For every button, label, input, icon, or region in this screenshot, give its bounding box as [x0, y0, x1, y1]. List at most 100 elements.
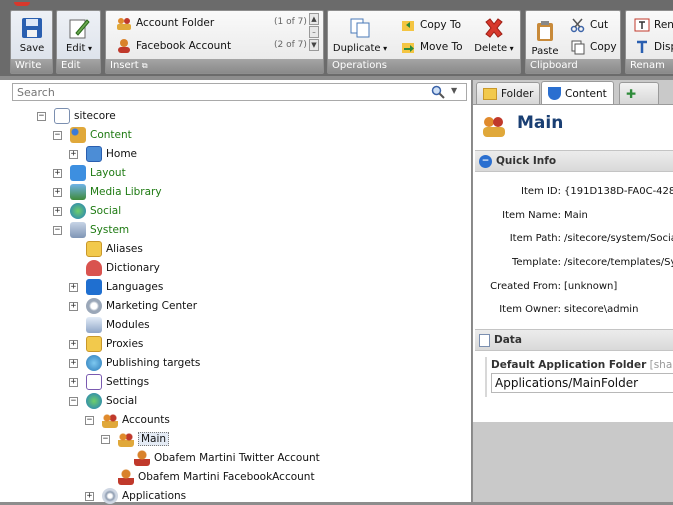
tab-add[interactable]: ✚ [619, 82, 659, 104]
move-to-button[interactable]: Move To [400, 39, 463, 55]
tree-node-content[interactable]: − Content [53, 126, 132, 144]
tree-node-social-top[interactable]: + Social [53, 202, 121, 220]
edit-label: Edit [66, 43, 86, 54]
display-name-button[interactable]: Disp [634, 39, 673, 55]
tree-node-modules[interactable]: Modules [86, 316, 150, 334]
info-value: {191D138D-FA0C-428 [564, 186, 673, 197]
delete-button[interactable]: Delete ▾ [472, 17, 516, 54]
save-label: Save [19, 43, 45, 54]
tree-node-marketing-center[interactable]: + Marketing Center [69, 297, 197, 315]
tree-node-label: Settings [106, 376, 150, 388]
info-row-template: Template: /sitecore/templates/Sy [473, 257, 673, 273]
expand-icon[interactable]: + [69, 358, 78, 368]
rename-button[interactable]: Ren [634, 17, 673, 33]
tree-node-aliases[interactable]: Aliases [86, 240, 143, 258]
expand-icon[interactable]: ⧉ [142, 61, 148, 70]
operations-group: Duplicate ▾ Copy To Move To Delete ▾ Ope… [327, 10, 521, 74]
paste-icon [534, 20, 556, 42]
insert-facebook-account[interactable]: Facebook Account [116, 38, 231, 54]
tree-node-layout[interactable]: + Layout [53, 164, 126, 182]
expand-icon[interactable]: + [69, 301, 78, 311]
delete-label: Delete [474, 43, 508, 54]
dictionary-icon [86, 260, 102, 276]
cut-button[interactable]: Cut [570, 17, 608, 33]
tree-node-main[interactable]: − Main [101, 430, 170, 448]
insert-scroll-mid-icon[interactable]: – [309, 26, 319, 38]
collapse-icon[interactable]: − [53, 225, 62, 235]
collapse-icon[interactable]: − [37, 111, 46, 121]
field-label-row: Default Application Folder [shared [491, 359, 673, 371]
tree-node-proxies[interactable]: + Proxies [69, 335, 143, 353]
insert-group: Account Folder (1 of 7) Facebook Account… [105, 10, 324, 74]
tab-content[interactable]: Content [541, 81, 614, 105]
expand-icon[interactable]: + [53, 168, 62, 178]
search-icon[interactable] [431, 85, 445, 102]
tree-node-home[interactable]: + Home [69, 145, 137, 163]
add-tab-icon: ✚ [626, 86, 637, 101]
tree-node-facebook-account[interactable]: Obafem Martini FacebookAccount [118, 468, 315, 486]
collapse-icon[interactable]: − [53, 130, 62, 140]
edit-group: Edit ▾ Edit [56, 10, 101, 74]
info-label: Item Owner: [499, 304, 561, 315]
tab-label: Folder [501, 87, 534, 100]
expand-icon[interactable]: + [69, 339, 78, 349]
data-section-header[interactable]: Data [475, 329, 673, 351]
content-tree-pane: ▼ − sitecore − Content + Home + Layout +… [0, 80, 472, 505]
edit-button[interactable]: Edit ▾ [63, 17, 95, 54]
expand-icon[interactable]: + [69, 282, 78, 292]
paste-button[interactable]: Paste [530, 20, 560, 57]
content-icon [70, 127, 86, 143]
move-to-icon [400, 39, 416, 55]
insert-scroll-down-icon[interactable]: ▼ [309, 39, 319, 51]
save-button[interactable]: Save [18, 17, 46, 54]
expand-icon[interactable]: + [69, 149, 78, 159]
copy-to-button[interactable]: Copy To [400, 17, 461, 33]
info-value: /sitecore/system/Socia [564, 233, 673, 244]
accounts-icon [118, 431, 134, 447]
tree-node-media-library[interactable]: + Media Library [53, 183, 162, 201]
collapse-icon[interactable]: − [101, 434, 110, 444]
tree-node-languages[interactable]: + Languages [69, 278, 163, 296]
default-application-folder-input[interactable]: Applications/MainFolder [491, 373, 673, 393]
tree-node-twitter-account[interactable]: Obafem Martini Twitter Account [134, 449, 320, 467]
folder-icon [86, 336, 102, 352]
tree-node-sitecore[interactable]: − sitecore [37, 107, 116, 125]
globe-icon [86, 393, 102, 409]
tree-node-system[interactable]: − System [53, 221, 129, 239]
tree-node-label: Publishing targets [106, 357, 201, 369]
home-icon [86, 146, 102, 162]
tree-node-label: sitecore [74, 110, 116, 122]
insert-scroll-up-icon[interactable]: ▲ [309, 13, 319, 25]
tree-node-accounts[interactable]: − Accounts [85, 411, 170, 429]
expand-icon[interactable]: + [69, 377, 78, 387]
expand-icon[interactable]: + [53, 187, 62, 197]
insert-account-folder[interactable]: Account Folder [116, 15, 214, 31]
expand-icon[interactable]: + [85, 491, 94, 501]
tree-node-dictionary[interactable]: Dictionary [86, 259, 160, 277]
tree-node-social[interactable]: − Social [69, 392, 137, 410]
collapse-icon[interactable]: − [69, 396, 78, 406]
tree-node-label: Applications [122, 490, 187, 502]
info-row-item-path: Item Path: /sitecore/system/Socia [473, 233, 673, 249]
collapse-icon[interactable]: − [85, 415, 94, 425]
tree-node-label: Marketing Center [106, 300, 198, 312]
copy-button[interactable]: Copy [570, 39, 617, 55]
write-group: Save Write [10, 10, 53, 74]
expand-icon[interactable]: + [53, 206, 62, 216]
duplicate-button[interactable]: Duplicate ▾ [332, 17, 388, 54]
search-dropdown-icon[interactable]: ▼ [451, 86, 457, 95]
copy-to-label: Copy To [420, 19, 462, 31]
tree-node-label: Obafem Martini FacebookAccount [138, 471, 315, 483]
shield-icon [548, 87, 561, 100]
rename-group: Ren Disp Renam [625, 10, 673, 74]
section-title: Data [494, 334, 522, 346]
account-icon [118, 469, 134, 485]
tab-folder[interactable]: Folder [476, 82, 541, 104]
tree-node-publishing-targets[interactable]: + Publishing targets [69, 354, 200, 372]
tree-node-applications[interactable]: + Applications [85, 487, 186, 505]
info-row-item-owner: Item Owner: sitecore\admin [473, 304, 673, 320]
write-group-footer: Write [11, 59, 52, 73]
tree-node-settings[interactable]: + Settings [69, 373, 149, 391]
search-input[interactable] [13, 84, 413, 100]
quick-info-header[interactable]: − Quick Info [475, 150, 673, 172]
